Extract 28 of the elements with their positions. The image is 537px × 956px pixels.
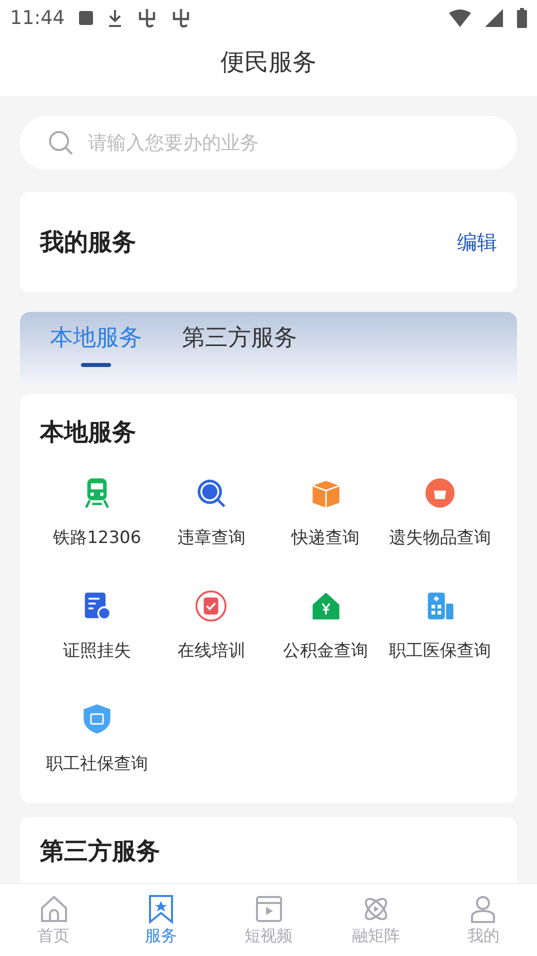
edit-link[interactable]: 编辑 [457,228,497,256]
section-title: 本地服务 [40,418,136,446]
clipboard-icon [194,589,228,623]
service-item[interactable]: 违章查询 [154,476,268,549]
nav-item[interactable]: 服务 [107,884,215,956]
service-item[interactable]: 职工医保查询 [382,589,497,662]
signal-icon [485,9,503,27]
home-icon [38,894,69,924]
service-item[interactable]: 职工社保查询 [40,702,154,775]
service-item[interactable]: 快递查询 [268,476,383,549]
section-title: 我的服务 [40,227,136,258]
search-icon [48,130,74,156]
search-field[interactable]: 请输入您要办的业务 [20,116,517,170]
download-icon [106,9,123,27]
service-item[interactable]: 公积金查询 [268,589,383,662]
tab[interactable]: 第三方服务 [182,322,297,384]
video-icon [254,894,284,924]
basket-icon [422,476,457,510]
status-time: 11:44 [10,7,65,29]
service-item[interactable]: 在线培训 [154,589,268,662]
wifi-icon [449,9,471,27]
search-input[interactable]: 请输入您要办的业务 [86,131,489,155]
service-item[interactable]: 铁路12306 [40,476,154,549]
section-title: 第三方服务 [40,837,160,865]
battery-icon [517,8,527,28]
service-item[interactable]: 证照挂失 [40,589,154,662]
service-item[interactable]: 遗失物品查询 [382,476,497,549]
page-title: 便民服务 [220,47,318,78]
